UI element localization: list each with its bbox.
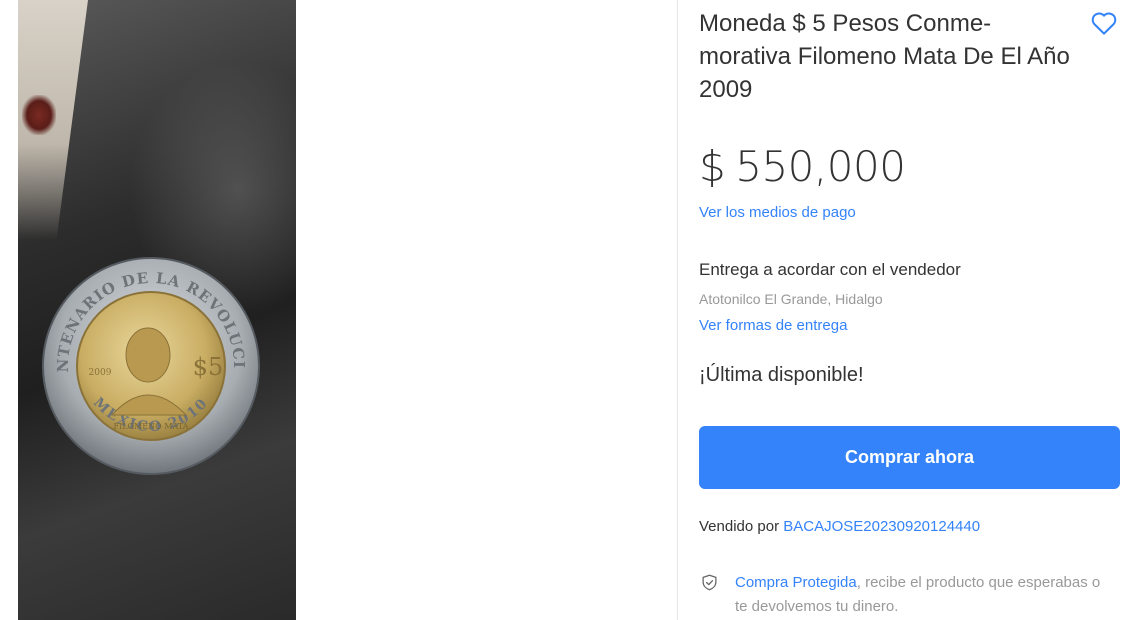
shield-check-icon	[702, 574, 717, 591]
coin-denomination: $5	[193, 353, 224, 381]
coin-image: CENTENARIO DE LA REVOLUCION MEXICO 2010 …	[40, 255, 260, 475]
seller-location: Atotonilco El Grande, Hidalgo	[699, 291, 883, 307]
payment-methods-link[interactable]: Ver los medios de pago	[699, 204, 856, 221]
panel-divider	[677, 0, 678, 620]
stock-status: ¡Última disponible!	[699, 364, 864, 386]
buy-now-button[interactable]: Comprar ahora	[699, 426, 1120, 489]
price-amount: 550,000	[735, 142, 906, 191]
protected-purchase-link[interactable]: Compra Protegida	[735, 574, 857, 591]
seller-info: Vendido por BACAJOSE20230920124440	[699, 518, 980, 535]
photo-background-stain	[22, 95, 56, 135]
product-price: $550,000	[699, 142, 906, 191]
product-page: CENTENARIO DE LA REVOLUCION MEXICO 2010 …	[0, 0, 1139, 620]
heart-outline-icon[interactable]	[1089, 8, 1119, 38]
coin-name: FILOMENO MATA	[114, 422, 189, 431]
delivery-options-link[interactable]: Ver formas de entrega	[699, 317, 847, 334]
product-photo[interactable]: CENTENARIO DE LA REVOLUCION MEXICO 2010 …	[18, 0, 296, 620]
seller-name-link[interactable]: BACAJOSE20230920124440	[783, 518, 980, 535]
price-currency-symbol: $	[699, 142, 726, 191]
protected-purchase-text: Compra Protegida, recibe el producto que…	[735, 571, 1105, 619]
product-title: Moneda $ 5 Pesos Conme- morativa Filomen…	[699, 10, 1070, 103]
coin-year-small: 2009	[89, 368, 112, 378]
seller-prefix: Vendido por	[699, 518, 780, 535]
product-info-panel: Moneda $ 5 Pesos Conme- morativa Filomen…	[699, 0, 1124, 620]
delivery-text: Entrega a acordar con el vendedor	[699, 260, 961, 279]
